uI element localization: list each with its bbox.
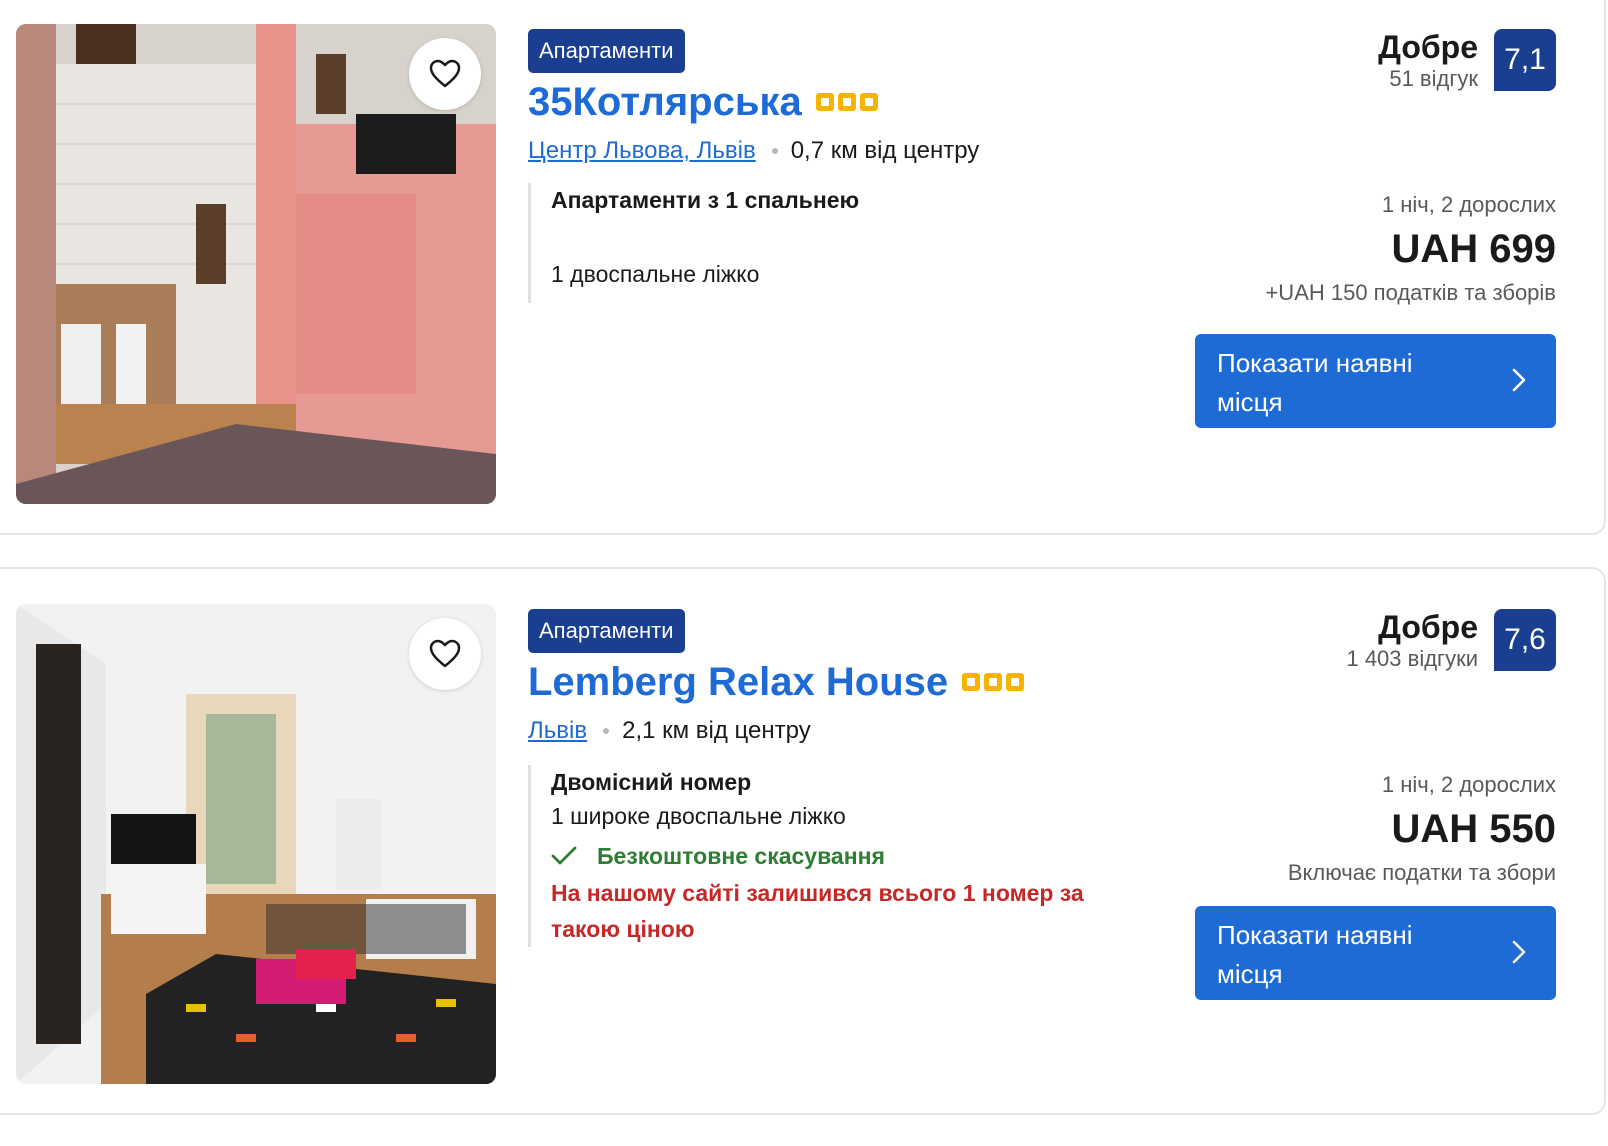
separator-dot <box>771 148 778 154</box>
star-icon <box>815 93 834 111</box>
check-icon <box>551 846 577 865</box>
see-availability-button[interactable]: Показати наявні місця <box>1195 334 1556 428</box>
room-details: Апартаменти з 1 спальнею 1 двоспальне лі… <box>528 183 1168 303</box>
bed-info: 1 широке двоспальне ліжко <box>551 803 846 829</box>
availability-warning: На нашому сайті залишився всього 1 номер… <box>551 880 1084 942</box>
review-summary[interactable]: Добре 51 відгук 7,1 <box>1378 29 1556 93</box>
review-score-badge: 7,6 <box>1494 609 1556 671</box>
star-icon <box>837 93 856 111</box>
bed-info: 1 двоспальне ліжко <box>551 261 760 287</box>
stay-summary: 1 ніч, 2 дорослих <box>1381 772 1556 797</box>
see-availability-label: Показати наявні місця <box>1217 348 1413 417</box>
star-icon <box>1006 673 1025 691</box>
taxes-note: +UAH 150 податків та зборів <box>1265 280 1556 305</box>
property-type-badge: Апартаменти <box>528 609 685 653</box>
star-icon <box>984 673 1003 691</box>
price-block: 1 ніч, 2 дорослих UAH 699 +UAH 150 подат… <box>1265 190 1556 308</box>
property-name-link[interactable]: 35Котлярська <box>528 77 802 127</box>
property-card: Апартаменти Lemberg Relax House Львів 2,… <box>0 567 1606 1115</box>
review-score-badge: 7,1 <box>1494 29 1556 91</box>
see-availability-button[interactable]: Показати наявні місця <box>1195 906 1556 1000</box>
room-name: Апартаменти з 1 спальнею <box>551 187 860 213</box>
chevron-right-icon <box>1512 368 1526 392</box>
room-name: Двомісний номер <box>551 769 752 795</box>
review-count: 51 відгук <box>1389 66 1478 91</box>
location-link[interactable]: Львів <box>528 717 587 745</box>
heart-icon <box>429 59 461 88</box>
save-favorite-button[interactable] <box>409 618 481 690</box>
location-link[interactable]: Центр Львова, Львів <box>528 137 756 165</box>
taxes-note: Включає податки та збори <box>1287 860 1556 885</box>
room-details: Двомісний номер 1 широке двоспальне ліжк… <box>528 765 1168 947</box>
see-availability-label: Показати наявні місця <box>1217 920 1413 989</box>
save-favorite-button[interactable] <box>409 38 481 110</box>
free-cancellation-label: Безкоштовне скасування <box>597 843 885 869</box>
distance-text: 0,7 км від центру <box>790 137 980 164</box>
chevron-right-icon <box>1512 940 1526 964</box>
price: UAH 699 <box>1391 227 1556 271</box>
price-block: 1 ніч, 2 дорослих UAH 550 Включає податк… <box>1288 770 1556 888</box>
rating-word: Добре <box>1378 29 1478 65</box>
star-icon <box>859 93 878 111</box>
property-info: Апартаменти Lemberg Relax House Львів 2,… <box>528 609 1168 947</box>
rating-word: Добре <box>1378 609 1478 645</box>
free-cancellation: Безкоштовне скасування <box>551 839 1168 873</box>
star-rating <box>815 93 878 111</box>
stay-summary: 1 ніч, 2 дорослих <box>1381 192 1556 217</box>
review-count: 1 403 відгуки <box>1346 646 1478 671</box>
property-name-link[interactable]: Lemberg Relax House <box>528 657 948 707</box>
property-type-badge: Апартаменти <box>528 29 685 73</box>
property-card: Апартаменти 35Котлярська Центр Львова, Л… <box>0 0 1606 535</box>
review-summary[interactable]: Добре 1 403 відгуки 7,6 <box>1346 609 1556 673</box>
separator-dot <box>603 728 610 734</box>
price: UAH 550 <box>1391 807 1556 851</box>
distance-text: 2,1 км від центру <box>622 717 811 744</box>
star-rating <box>962 673 1025 691</box>
property-info: Апартаменти 35Котлярська Центр Львова, Л… <box>528 29 1168 303</box>
star-icon <box>962 673 981 691</box>
heart-icon <box>429 639 461 668</box>
